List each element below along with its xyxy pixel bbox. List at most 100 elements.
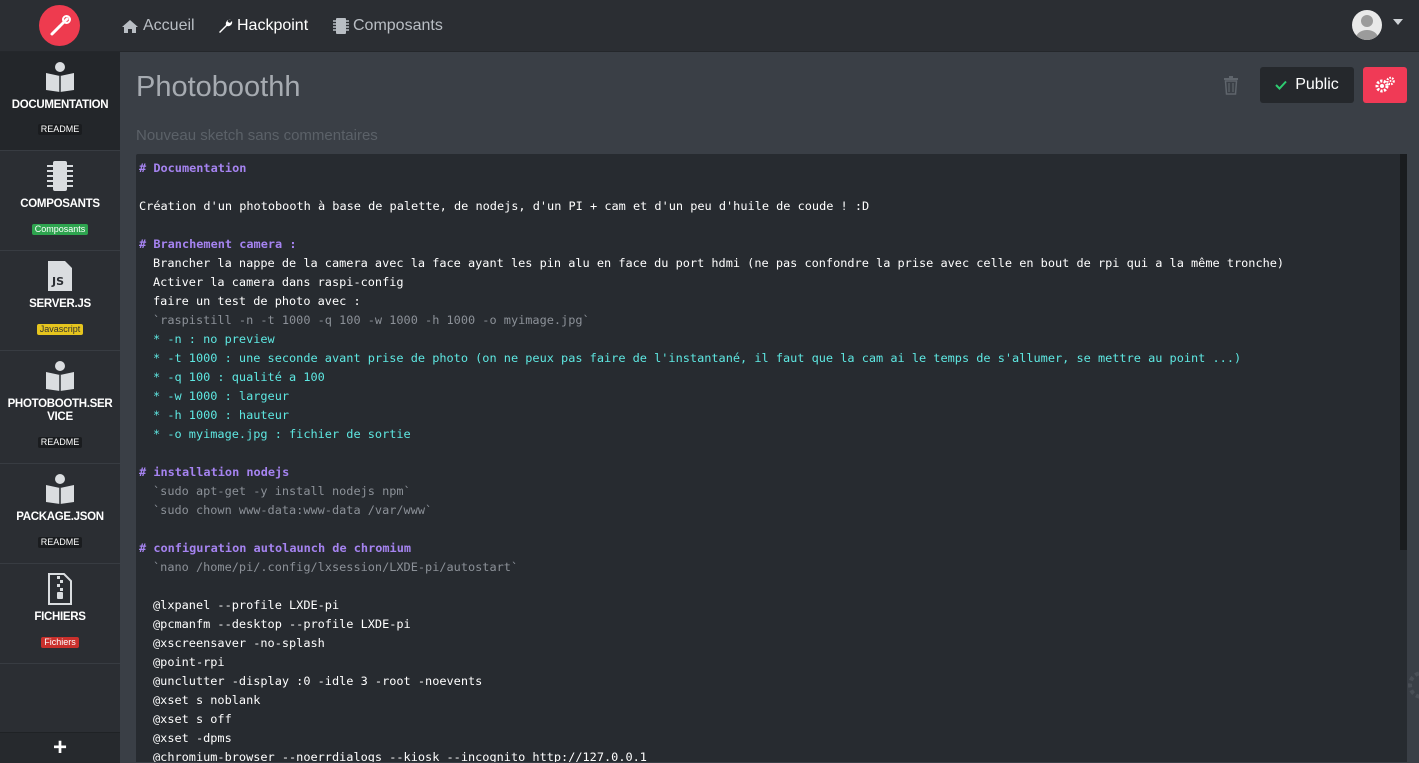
- code-line[interactable]: @lxpanel --profile LXDE-pi: [139, 596, 1389, 615]
- code-line-text: `raspistill -n -t 1000 -q 100 -w 1000 -h…: [153, 313, 590, 327]
- code-line[interactable]: @xscreensaver -no-splash: [139, 634, 1389, 653]
- code-editor[interactable]: # Documentation Création d'un photobooth …: [136, 154, 1407, 762]
- code-line[interactable]: # Documentation: [139, 159, 1389, 178]
- sidebar-badge: Javascript: [0, 324, 120, 335]
- nav-accueil[interactable]: Accueil: [121, 15, 195, 37]
- nav-composants[interactable]: Composants: [333, 15, 443, 37]
- code-line[interactable]: `raspistill -n -t 1000 -q 100 -w 1000 -h…: [139, 311, 1389, 330]
- code-line[interactable]: Activer la camera dans raspi-config: [139, 273, 1389, 292]
- code-line[interactable]: `nano /home/pi/.config/lxsession/LXDE-pi…: [139, 558, 1389, 577]
- code-line-text: faire un test de photo avec :: [153, 294, 361, 308]
- code-line[interactable]: # configuration autolaunch de chromium: [139, 539, 1389, 558]
- book-reader-icon: [0, 62, 120, 92]
- code-line[interactable]: # installation nodejs: [139, 463, 1389, 482]
- code-line-text: * -w 1000 : largeur: [153, 389, 290, 403]
- sidebar-item-fichiers[interactable]: FICHIERS Fichiers: [0, 564, 120, 664]
- code-line-text: @xscreensaver -no-splash: [153, 636, 325, 650]
- code-line-text: * -q 100 : qualité a 100: [153, 370, 325, 384]
- code-line[interactable]: * -h 1000 : hauteur: [139, 406, 1389, 425]
- sidebar-badge: Composants: [0, 224, 120, 235]
- code-line[interactable]: [139, 444, 1389, 463]
- code-line[interactable]: @unclutter -display :0 -idle 3 -root -no…: [139, 672, 1389, 691]
- code-line-text: Création d'un photobooth à base de palet…: [139, 199, 870, 213]
- code-line-text: `nano /home/pi/.config/lxsession/LXDE-pi…: [153, 560, 519, 574]
- code-line[interactable]: faire un test de photo avec :: [139, 292, 1389, 311]
- code-line-text: `sudo chown www-data:www-data /var/www`: [153, 503, 433, 517]
- plus-icon: +: [52, 734, 67, 761]
- delete-button[interactable]: [1223, 76, 1241, 96]
- sidebar-badge: README: [0, 437, 120, 448]
- sidebar-item-documentation[interactable]: DOCUMENTATION README: [0, 52, 120, 151]
- nav-accueil-label: Accueil: [143, 17, 195, 34]
- sidebar-item-server-js[interactable]: JS SERVER.JS Javascript: [0, 251, 120, 351]
- user-avatar[interactable]: [1352, 10, 1382, 40]
- sidebar-badge: README: [0, 537, 120, 548]
- page-title[interactable]: Photoboothh: [136, 71, 300, 104]
- code-line-text: # installation nodejs: [139, 465, 290, 479]
- js-file-icon: JS: [0, 261, 120, 291]
- code-line[interactable]: Brancher la nappe de la camera avec la f…: [139, 254, 1389, 273]
- zip-file-icon: [0, 573, 120, 605]
- add-file-button[interactable]: +: [0, 732, 120, 763]
- code-line[interactable]: @pcmanfm --desktop --profile LXDE-pi: [139, 615, 1389, 634]
- code-line[interactable]: [139, 577, 1389, 596]
- app-logo[interactable]: [39, 5, 80, 46]
- chevron-down-icon[interactable]: [1393, 19, 1403, 25]
- code-line-text: @unclutter -display :0 -idle 3 -root -no…: [153, 674, 483, 688]
- code-line[interactable]: @xset s off: [139, 710, 1389, 729]
- user-silhouette-icon: [1356, 15, 1378, 40]
- code-line-text: @point-rpi: [153, 655, 225, 669]
- code-line-text: * -n : no preview: [153, 332, 275, 346]
- book-reader-icon: [0, 361, 120, 391]
- code-line[interactable]: * -o myimage.jpg : fichier de sortie: [139, 425, 1389, 444]
- sidebar-item-package-json[interactable]: PACKAGE.JSON README: [0, 464, 120, 564]
- code-line[interactable]: [139, 178, 1389, 197]
- code-line[interactable]: [139, 520, 1389, 539]
- sidebar-item-label: COMPOSANTS: [20, 198, 100, 210]
- code-line-text: @xset -dpms: [153, 731, 232, 745]
- nav-hackpoint[interactable]: Hackpoint: [217, 15, 308, 37]
- code-line-text: Activer la camera dans raspi-config: [153, 275, 404, 289]
- code-line-text: * -o myimage.jpg : fichier de sortie: [153, 427, 411, 441]
- code-line[interactable]: * -t 1000 : une seconde avant prise de p…: [139, 349, 1389, 368]
- code-line[interactable]: @point-rpi: [139, 653, 1389, 672]
- code-line[interactable]: # Branchement camera :: [139, 235, 1389, 254]
- code-line[interactable]: * -w 1000 : largeur: [139, 387, 1389, 406]
- trash-icon: [1224, 76, 1238, 95]
- sidebar: DOCUMENTATION README COMPOSANTS Composan…: [0, 52, 120, 763]
- book-reader-icon: [0, 474, 120, 504]
- code-line[interactable]: @chromium-browser --noerrdialogs --kiosk…: [139, 748, 1389, 762]
- sidebar-item-label: PACKAGE.JSON: [16, 511, 104, 523]
- chip-icon: [0, 161, 120, 191]
- code-line[interactable]: [139, 216, 1389, 235]
- sidebar-badge: README: [0, 124, 120, 135]
- code-line[interactable]: `sudo apt-get -y install nodejs npm`: [139, 482, 1389, 501]
- editor-scrollbar[interactable]: [1400, 154, 1407, 550]
- sidebar-item-photobooth-service[interactable]: PHOTOBOOTH.SERVICE README: [0, 351, 120, 464]
- check-icon: [1275, 80, 1287, 90]
- public-label: Public: [1295, 76, 1339, 93]
- sidebar-item-label: DOCUMENTATION: [11, 99, 109, 111]
- code-line-text: @lxpanel --profile LXDE-pi: [153, 598, 340, 612]
- sidebar-badge: Fichiers: [0, 637, 120, 648]
- settings-button[interactable]: [1363, 67, 1407, 103]
- code-line[interactable]: * -n : no preview: [139, 330, 1389, 349]
- code-line[interactable]: @xset s noblank: [139, 691, 1389, 710]
- code-line[interactable]: @xset -dpms: [139, 729, 1389, 748]
- code-line-text: `sudo apt-get -y install nodejs npm`: [153, 484, 411, 498]
- public-toggle-button[interactable]: Public: [1260, 67, 1354, 103]
- sidebar-item-composants[interactable]: COMPOSANTS Composants: [0, 151, 120, 251]
- code-line-text: # Branchement camera :: [139, 237, 297, 251]
- code-line-text: # configuration autolaunch de chromium: [139, 541, 412, 555]
- wrench-logo-icon: [50, 14, 71, 35]
- sketch-description[interactable]: Nouveau sketch sans commentaires: [136, 127, 378, 144]
- sidebar-item-label: SERVER.JS: [29, 298, 91, 310]
- code-line-text: @xset s off: [153, 712, 232, 726]
- chip-icon: [333, 18, 349, 34]
- top-navbar: Accueil Hackpoint Composants: [0, 0, 1419, 52]
- code-line[interactable]: `sudo chown www-data:www-data /var/www`: [139, 501, 1389, 520]
- sidebar-item-label: FICHIERS: [34, 611, 86, 623]
- code-line[interactable]: * -q 100 : qualité a 100: [139, 368, 1389, 387]
- code-line[interactable]: Création d'un photobooth à base de palet…: [139, 197, 1389, 216]
- editor-content[interactable]: # Documentation Création d'un photobooth …: [139, 159, 1389, 762]
